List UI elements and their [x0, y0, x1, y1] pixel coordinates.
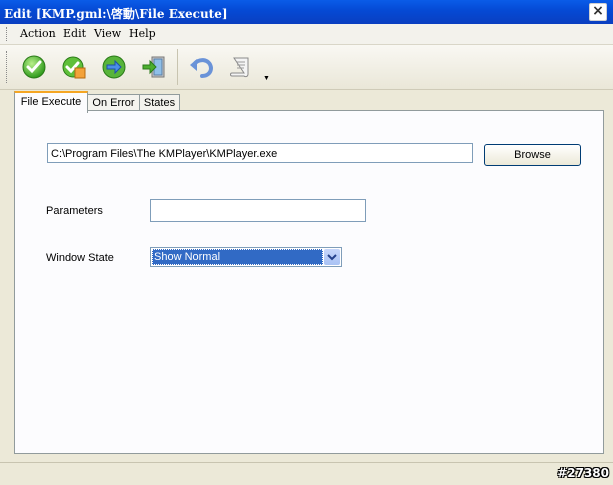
check-icon: [22, 55, 46, 79]
file-path-field[interactable]: C:\Program Files\The KMPlayer\KMPlayer.e…: [47, 143, 473, 163]
window-state-select[interactable]: Show Normal: [150, 247, 342, 267]
tab-on-error[interactable]: On Error: [87, 94, 140, 111]
toolbar-grip[interactable]: [6, 51, 9, 83]
next-button[interactable]: [100, 53, 128, 81]
tab-file-execute[interactable]: File Execute: [14, 91, 88, 113]
menu-action[interactable]: Action: [20, 27, 56, 40]
parameters-input[interactable]: [150, 199, 366, 222]
menu-view[interactable]: View: [94, 27, 121, 40]
tab-states[interactable]: States: [139, 94, 180, 111]
forward-arrow-icon: [102, 55, 126, 79]
menu-bar: Action Edit View Help: [0, 24, 613, 45]
exit-button[interactable]: [140, 53, 168, 81]
menu-grip[interactable]: [6, 27, 9, 41]
status-bar: [0, 462, 613, 485]
tab-panel: C:\Program Files\The KMPlayer\KMPlayer.e…: [14, 110, 604, 454]
close-button[interactable]: ×: [589, 3, 607, 21]
apply-button[interactable]: [60, 53, 88, 81]
check-cube-icon: [62, 56, 86, 79]
toolbar-separator: [177, 49, 178, 85]
browse-button[interactable]: Browse: [484, 144, 581, 166]
dropdown-button[interactable]: [324, 249, 340, 265]
title-bar[interactable]: Edit [KMP.gml:\啓動\File Execute] ×: [0, 0, 613, 24]
script-button[interactable]: [228, 53, 256, 81]
undo-button[interactable]: [188, 53, 216, 81]
script-icon: [230, 57, 249, 78]
menu-edit[interactable]: Edit: [63, 27, 86, 40]
chevron-down-icon: [327, 254, 337, 261]
undo-icon: [190, 58, 214, 78]
window-state-label: Window State: [46, 252, 114, 264]
script-dropdown-arrow[interactable]: ▼: [263, 75, 270, 82]
toolbar: ▼: [0, 45, 613, 90]
watermark-number: #27380: [557, 466, 609, 480]
parameters-label: Parameters: [46, 205, 103, 217]
exit-door-icon: [142, 56, 165, 78]
ok-button[interactable]: [20, 53, 48, 81]
window-state-selected-value: Show Normal: [152, 249, 323, 265]
window-title: Edit [KMP.gml:\啓動\File Execute]: [4, 7, 228, 21]
close-icon: ×: [592, 3, 604, 19]
menu-help[interactable]: Help: [129, 27, 156, 40]
